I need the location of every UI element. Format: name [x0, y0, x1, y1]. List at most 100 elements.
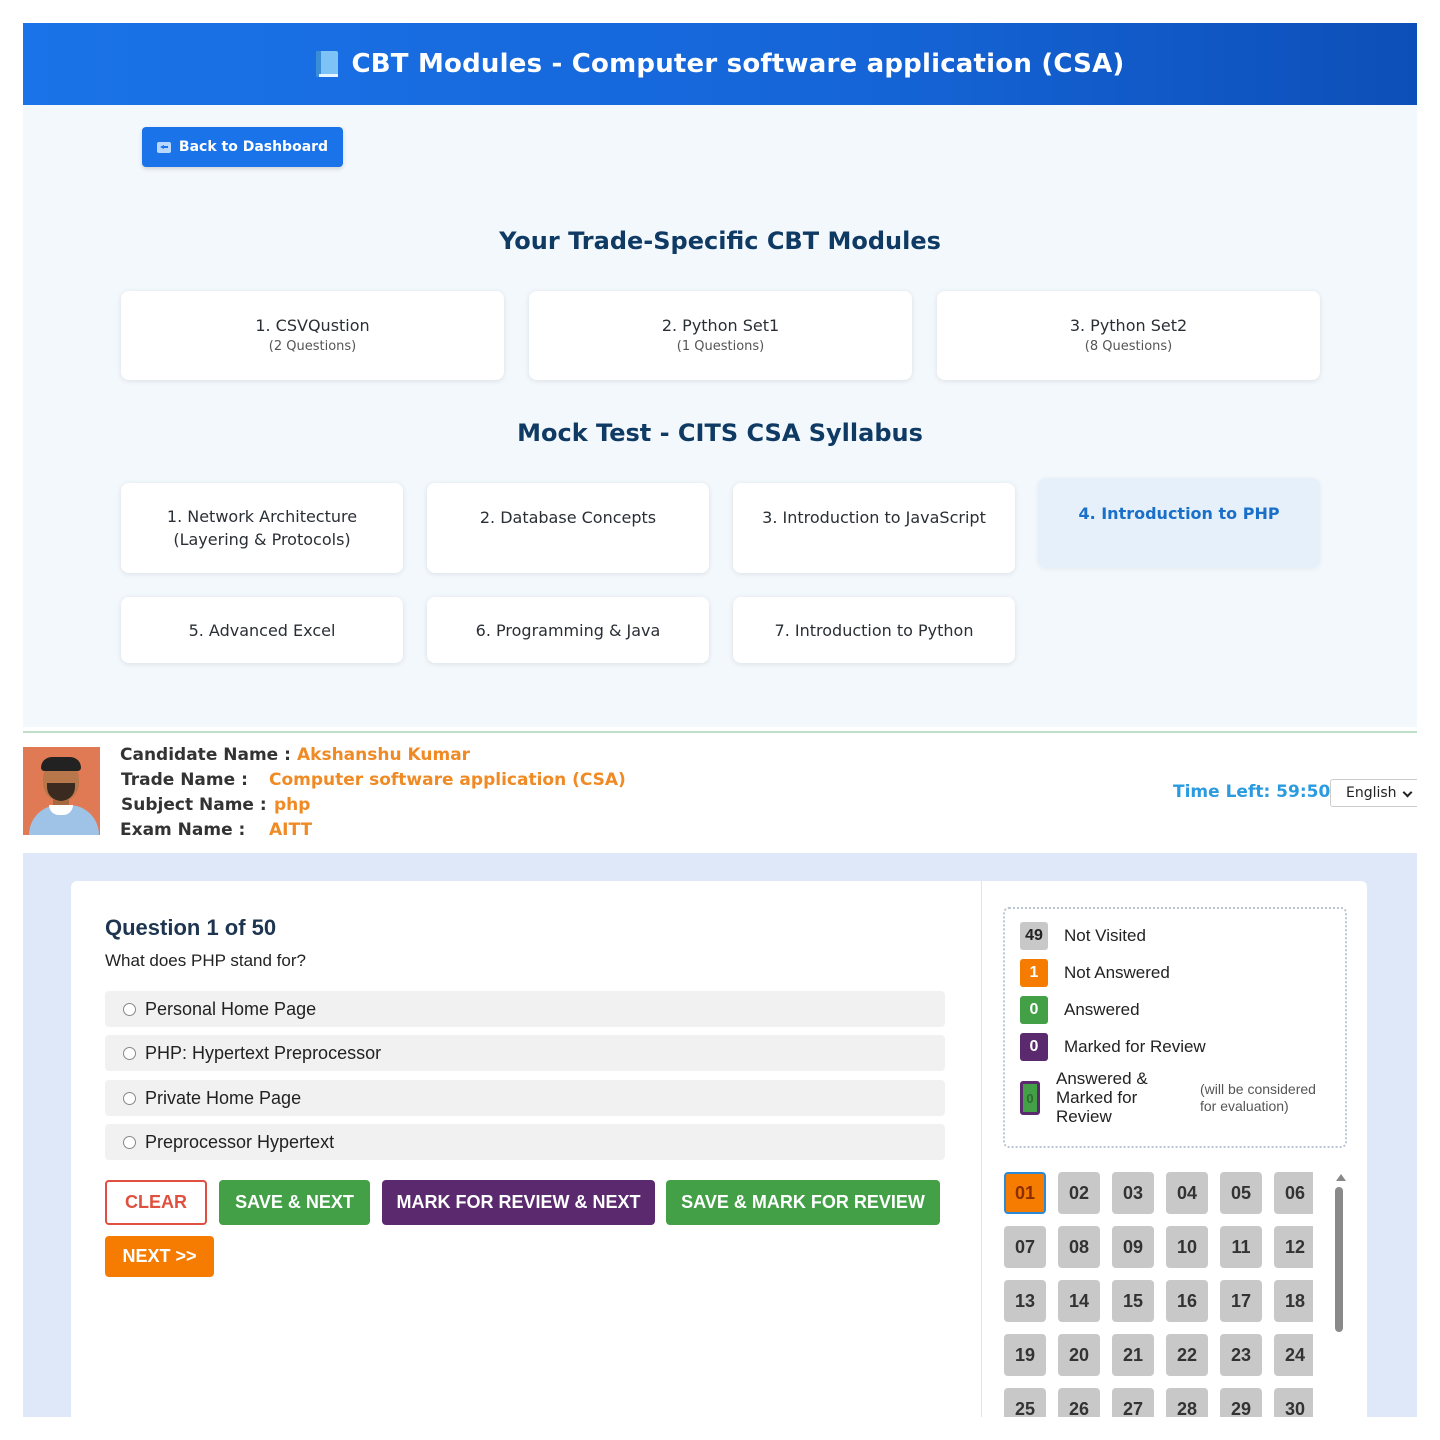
back-arrow-icon [156, 141, 171, 153]
answered-label: Answered [1064, 1000, 1140, 1019]
modules-panel: Back to Dashboard Your Trade-Specific CB… [23, 105, 1417, 727]
option-label: Private Home Page [145, 1087, 302, 1108]
module-label: 2. Python Set1 [661, 316, 780, 335]
question-number-button[interactable]: 24 [1274, 1334, 1313, 1376]
mock-test-card-3[interactable]: 3. Introduction to JavaScript [733, 483, 1015, 573]
question-number-button[interactable]: 19 [1004, 1334, 1046, 1376]
palette-scrollbar[interactable] [1335, 1187, 1343, 1332]
option-2[interactable]: PHP: Hypertext Preprocessor [105, 1035, 945, 1071]
avatar [23, 747, 100, 835]
module-question-count: (1 Questions) [676, 339, 765, 354]
evaluation-note-line2: for evaluation) [1200, 1098, 1289, 1114]
question-number-button[interactable]: 06 [1274, 1172, 1313, 1214]
not-answered-badge: 1 [1020, 959, 1048, 987]
question-number-button[interactable]: 09 [1112, 1226, 1154, 1268]
option-label: PHP: Hypertext Preprocessor [145, 1042, 382, 1063]
time-left: Time Left: 59:50 [1173, 782, 1331, 802]
module-label: 1. CSVQustion [255, 316, 370, 335]
question-number-button[interactable]: 07 [1004, 1226, 1046, 1268]
evaluation-note-line1: (will be considered [1200, 1081, 1316, 1097]
question-number-button[interactable]: 23 [1220, 1334, 1262, 1376]
mock-test-card-5[interactable]: 5. Advanced Excel [121, 597, 403, 663]
mock-test-title: Mock Test - CITS CSA Syllabus [517, 419, 923, 447]
trade-name-label: Trade Name : [121, 770, 248, 790]
candidate-name-label: Candidate Name : [120, 745, 291, 765]
answered-marked-line2: Marked for [1056, 1088, 1138, 1107]
chevron-down-icon [1402, 787, 1413, 798]
question-text: What does PHP stand for? [105, 951, 306, 970]
question-number-button[interactable]: 28 [1166, 1388, 1208, 1417]
clear-button[interactable]: CLEAR [105, 1180, 207, 1225]
mock-test-card-1[interactable]: 1. Network Architecture (Layering & Prot… [121, 483, 403, 573]
question-number-button[interactable]: 29 [1220, 1388, 1262, 1417]
question-number-button[interactable]: 05 [1220, 1172, 1262, 1214]
subject-name-label: Subject Name : [121, 795, 267, 815]
question-number-button[interactable]: 27 [1112, 1388, 1154, 1417]
mock-test-card-4[interactable]: 4. Introduction to PHP [1038, 478, 1320, 568]
marked-review-badge: 0 [1020, 1033, 1048, 1061]
trade-module-card-3[interactable]: 3. Python Set2 (8 Questions) [937, 291, 1320, 380]
option-label: Personal Home Page [145, 998, 317, 1019]
question-number-button[interactable]: 16 [1166, 1280, 1208, 1322]
question-number-button[interactable]: 04 [1166, 1172, 1208, 1214]
answered-marked-line3: Review [1056, 1107, 1112, 1126]
question-number-button[interactable]: 26 [1058, 1388, 1100, 1417]
option-3[interactable]: Private Home Page [105, 1080, 945, 1116]
question-number: Question 1 of 50 [105, 915, 277, 940]
mark-review-next-button[interactable]: MARK FOR REVIEW & NEXT [382, 1180, 655, 1225]
question-number-button[interactable]: 03 [1112, 1172, 1154, 1214]
trade-module-card-2[interactable]: 2. Python Set1 (1 Questions) [529, 291, 912, 380]
answered-marked-label: Answered & Marked for Review [1056, 1069, 1148, 1126]
answered-marked-line1: Answered & [1056, 1069, 1148, 1088]
question-number-button[interactable]: 15 [1112, 1280, 1154, 1322]
mock-test-card-6[interactable]: 6. Programming & Java [427, 597, 709, 663]
mock-test-label: 6. Programming & Java [475, 620, 661, 640]
question-number-button[interactable]: 14 [1058, 1280, 1100, 1322]
question-number-button[interactable]: 02 [1058, 1172, 1100, 1214]
save-next-button[interactable]: SAVE & NEXT [219, 1180, 370, 1225]
question-number-button[interactable]: 08 [1058, 1226, 1100, 1268]
option-1[interactable]: Personal Home Page [105, 991, 945, 1027]
next-button[interactable]: NEXT >> [105, 1236, 214, 1277]
mock-test-card-2[interactable]: 2. Database Concepts [427, 483, 709, 573]
trade-name: Computer software application (CSA) [269, 770, 626, 790]
question-number-button[interactable]: 30 [1274, 1388, 1313, 1417]
candidate-name: Akshanshu Kumar [297, 745, 471, 765]
question-number-button[interactable]: 22 [1166, 1334, 1208, 1376]
radio-button[interactable] [123, 1002, 136, 1016]
question-number-button[interactable]: 25 [1004, 1388, 1046, 1417]
save-mark-review-button[interactable]: SAVE & MARK FOR REVIEW [666, 1180, 940, 1225]
question-number-button[interactable]: 17 [1220, 1280, 1262, 1322]
not-answered-label: Not Answered [1064, 963, 1170, 982]
question-number-button[interactable]: 20 [1058, 1334, 1100, 1376]
question-number-button[interactable]: 12 [1274, 1226, 1313, 1268]
module-label: 3. Python Set2 [1069, 316, 1188, 335]
language-value: English [1346, 785, 1397, 801]
option-4[interactable]: Preprocessor Hypertext [105, 1124, 945, 1160]
answered-marked-badge: 0 [1020, 1081, 1040, 1115]
scroll-up-arrow[interactable] [1336, 1174, 1346, 1181]
radio-button[interactable] [123, 1135, 136, 1149]
mock-test-sublabel: (Layering & Protocols) [173, 530, 351, 549]
question-number-button[interactable]: 18 [1274, 1280, 1313, 1322]
question-number-button[interactable]: 11 [1220, 1226, 1262, 1268]
mock-test-label: 4. Introduction to PHP [1078, 504, 1280, 523]
question-palette: 01 02 03 04 05 06 07 08 09 10 11 12 13 14 15 16 17 18 19 20… [1003, 1170, 1313, 1417]
language-select[interactable]: English [1330, 779, 1417, 807]
radio-button[interactable] [123, 1046, 136, 1060]
mock-test-card-7[interactable]: 7. Introduction to Python [733, 597, 1015, 663]
back-to-dashboard-button[interactable]: Back to Dashboard [142, 127, 343, 167]
trade-module-card-1[interactable]: 1. CSVQustion (2 Questions) [121, 291, 504, 380]
question-number-button[interactable]: 13 [1004, 1280, 1046, 1322]
question-number-button[interactable]: 01 [1004, 1172, 1046, 1214]
answered-badge: 0 [1020, 996, 1048, 1024]
candidate-panel: Candidate Name : Akshanshu Kumar Trade N… [23, 733, 1417, 853]
radio-button[interactable] [123, 1091, 136, 1105]
side-panel-divider [981, 881, 982, 1417]
subject-name: php [274, 795, 311, 815]
mock-test-label: 5. Advanced Excel [188, 620, 336, 640]
trade-modules-title: Your Trade-Specific CBT Modules [499, 227, 941, 255]
question-number-button[interactable]: 10 [1166, 1226, 1208, 1268]
mock-test-label: 7. Introduction to Python [774, 620, 974, 640]
question-number-button[interactable]: 21 [1112, 1334, 1154, 1376]
